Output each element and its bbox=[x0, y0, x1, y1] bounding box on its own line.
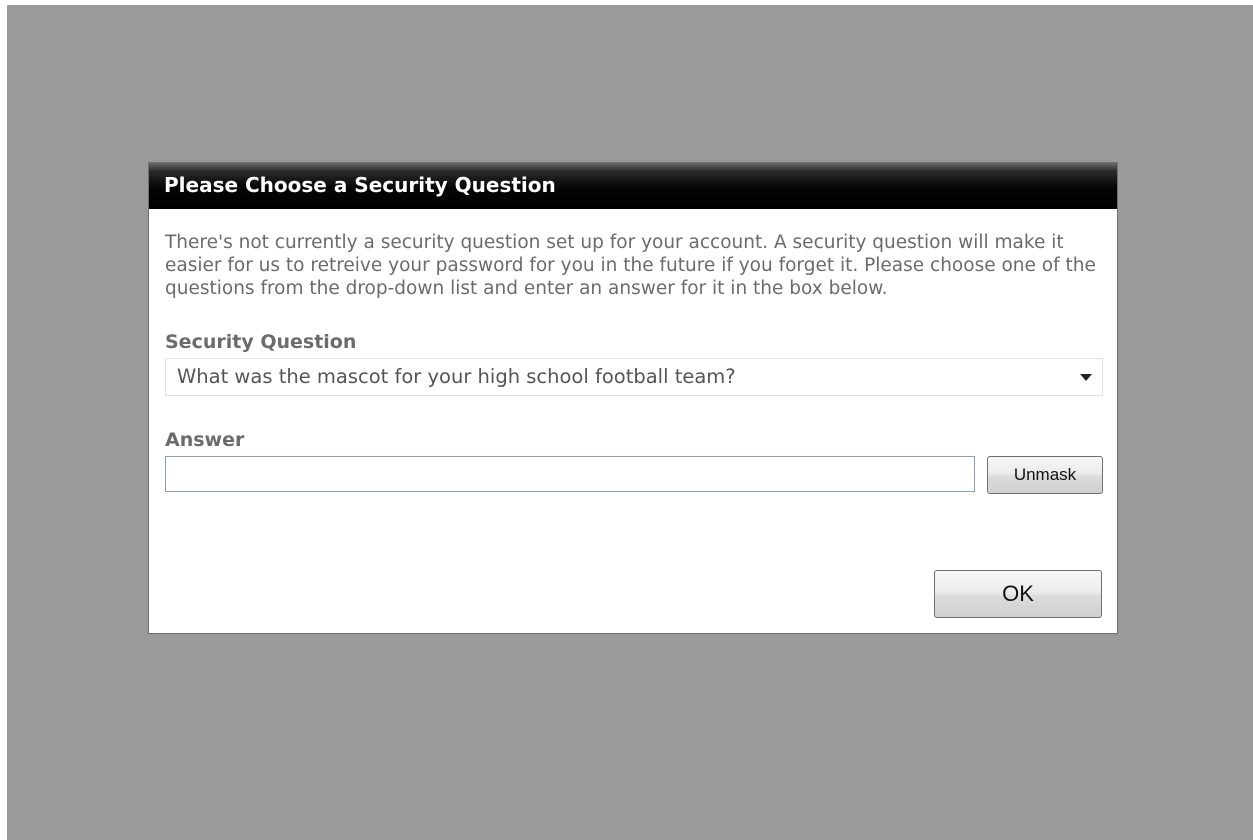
dialog-body: There's not currently a security questio… bbox=[149, 209, 1117, 496]
security-question-label: Security Question bbox=[165, 331, 357, 353]
dialog-title: Please Choose a Security Question bbox=[149, 163, 1117, 209]
security-question-select[interactable]: What was the mascot for your high school… bbox=[165, 358, 1103, 396]
answer-label: Answer bbox=[165, 429, 245, 451]
ok-button[interactable]: OK bbox=[934, 570, 1102, 618]
security-question-selected-value: What was the mascot for your high school… bbox=[177, 365, 736, 388]
chevron-down-icon[interactable] bbox=[1080, 374, 1092, 381]
dialog-message: There's not currently a security questio… bbox=[165, 232, 1096, 299]
answer-input[interactable] bbox=[165, 456, 975, 492]
security-question-dialog: Please Choose a Security Question There'… bbox=[148, 162, 1118, 634]
answer-row: Unmask bbox=[165, 456, 1103, 496]
unmask-button[interactable]: Unmask bbox=[987, 456, 1103, 494]
